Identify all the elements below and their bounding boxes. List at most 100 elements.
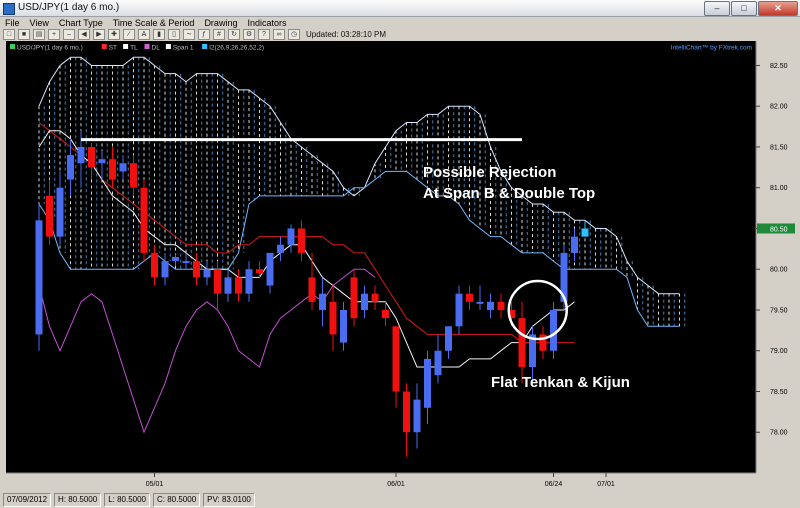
annotation-span-b: At Span B & Double Top: [423, 185, 595, 202]
candle-body: [172, 257, 179, 262]
legend-swatch: [101, 44, 107, 49]
legend-label: ST: [109, 45, 117, 52]
last-price-label: 80.50: [770, 226, 788, 233]
y-tick-label: 79.00: [770, 348, 788, 355]
y-tick-label: 81.50: [770, 144, 788, 151]
zoom-out-icon[interactable]: –: [63, 29, 75, 40]
print-icon[interactable]: ▤: [33, 29, 45, 40]
candle-body: [224, 277, 232, 294]
open-icon[interactable]: □: [3, 29, 15, 40]
indicator-icon[interactable]: ƒ: [198, 29, 210, 40]
candle-body: [203, 269, 211, 278]
crosshair-icon[interactable]: ✚: [108, 29, 120, 40]
candle-body: [287, 228, 295, 245]
candle-body: [214, 269, 221, 294]
text-tool-icon[interactable]: A: [138, 29, 150, 40]
brand-label: IntelliChart™ by FXtrek.com: [671, 45, 752, 52]
y-tick-label: 78.00: [770, 430, 788, 437]
legend-swatch: [165, 44, 171, 49]
zoom-in-icon[interactable]: +: [48, 29, 60, 40]
menu-indicators[interactable]: Indicators: [242, 17, 291, 29]
status-close: C: 80.5000: [153, 493, 201, 507]
candle-body: [487, 301, 494, 310]
help-icon[interactable]: ?: [258, 29, 270, 40]
menu-drawing[interactable]: Drawing: [199, 17, 242, 29]
candle-body: [382, 309, 389, 319]
status-low: L: 80.5000: [104, 493, 150, 507]
window-title: USD/JPY(1 day 6 mo.): [18, 2, 120, 13]
toolbar: □ ■ ▤ + – ◀ ▶ ✚ ∕ A ▮ ▯ ∼ ƒ # ↻ ⚙ ? ∞ ◷ …: [0, 29, 800, 40]
status-date: 07/09/2012: [3, 493, 52, 507]
candle-body: [298, 228, 305, 253]
line-tool-icon[interactable]: ∕: [123, 29, 135, 40]
menu-bar: File View Chart Type Time Scale & Period…: [0, 17, 800, 29]
candle-body: [434, 350, 442, 376]
candle-body: [56, 187, 64, 237]
candle-body: [455, 293, 463, 327]
candle-body: [151, 252, 158, 278]
minimize-button[interactable]: –: [704, 1, 730, 16]
x-tick-label: 06/01: [387, 481, 405, 488]
grid-icon[interactable]: #: [213, 29, 225, 40]
link-icon[interactable]: ∞: [273, 29, 285, 40]
legend-label: DL: [152, 45, 161, 52]
close-button[interactable]: ✕: [758, 1, 798, 16]
candle-body: [88, 146, 95, 168]
candle-body: [476, 301, 484, 304]
legend-label: TL: [130, 45, 138, 52]
annotation-rejection: Possible Rejection: [423, 164, 556, 181]
candle-body: [277, 244, 284, 253]
bar-icon[interactable]: ▯: [168, 29, 180, 40]
menu-time-scale[interactable]: Time Scale & Period: [108, 17, 200, 29]
save-icon[interactable]: ■: [18, 29, 30, 40]
candle-body: [193, 261, 200, 278]
candle-body: [329, 301, 337, 335]
candle-body: [140, 187, 148, 253]
candle-body: [424, 358, 431, 408]
y-tick-label: 79.50: [770, 307, 788, 314]
candle-body: [119, 163, 127, 172]
chart-area[interactable]: Possible Rejection At Span B & Double Top…: [6, 41, 796, 491]
updated-time: Updated: 03:28:10 PM: [306, 30, 387, 39]
candle-body: [98, 159, 106, 164]
candle-icon[interactable]: ▮: [153, 29, 165, 40]
status-bar: 07/09/2012 H: 80.5000 L: 80.5000 C: 80.5…: [0, 492, 800, 508]
candle-body: [571, 236, 578, 253]
maximize-button[interactable]: □: [731, 1, 757, 16]
settings-icon[interactable]: ⚙: [243, 29, 255, 40]
y-tick-label: 82.00: [770, 104, 788, 111]
candle-body: [35, 220, 43, 335]
candle-body: [46, 195, 53, 237]
scroll-right-icon[interactable]: ▶: [93, 29, 105, 40]
candle-body: [350, 277, 358, 319]
line-chart-icon[interactable]: ∼: [183, 29, 195, 40]
clock-icon[interactable]: ◷: [288, 29, 300, 40]
chart-legend: USD/JPY(1 day 6 mo.) ST TL DL Span 1 I2(26,9,…: [10, 44, 264, 52]
candle-body: [361, 293, 368, 310]
candle-body: [182, 261, 190, 264]
candle-body: [371, 293, 379, 302]
candle-body: [466, 293, 473, 302]
menu-file[interactable]: File: [0, 17, 25, 29]
candle-body: [403, 391, 410, 433]
x-axis-panel: [6, 473, 756, 491]
candle-body: [497, 301, 505, 310]
refresh-icon[interactable]: ↻: [228, 29, 240, 40]
legend-label: USD/JPY(1 day 6 mo.): [17, 45, 83, 52]
candle-body: [67, 155, 74, 180]
candle-body: [319, 293, 326, 310]
candle-body: [308, 277, 316, 302]
candle-body: [581, 228, 589, 237]
candle-body: [130, 163, 137, 188]
y-tick-label: 82.50: [770, 63, 788, 70]
candle-body: [518, 318, 526, 368]
menu-chart-type[interactable]: Chart Type: [54, 17, 108, 29]
candle-body: [340, 309, 347, 343]
y-tick-label: 80.00: [770, 267, 788, 274]
annotation-flat-lines: Flat Tenkan & Kijun: [491, 374, 630, 391]
scroll-left-icon[interactable]: ◀: [78, 29, 90, 40]
x-tick-label: 05/01: [146, 481, 164, 488]
legend-label: I2(26,9,26,26,52,2): [209, 45, 264, 52]
ichimoku-chart[interactable]: Possible Rejection At Span B & Double Top…: [6, 41, 796, 491]
menu-view[interactable]: View: [25, 17, 54, 29]
